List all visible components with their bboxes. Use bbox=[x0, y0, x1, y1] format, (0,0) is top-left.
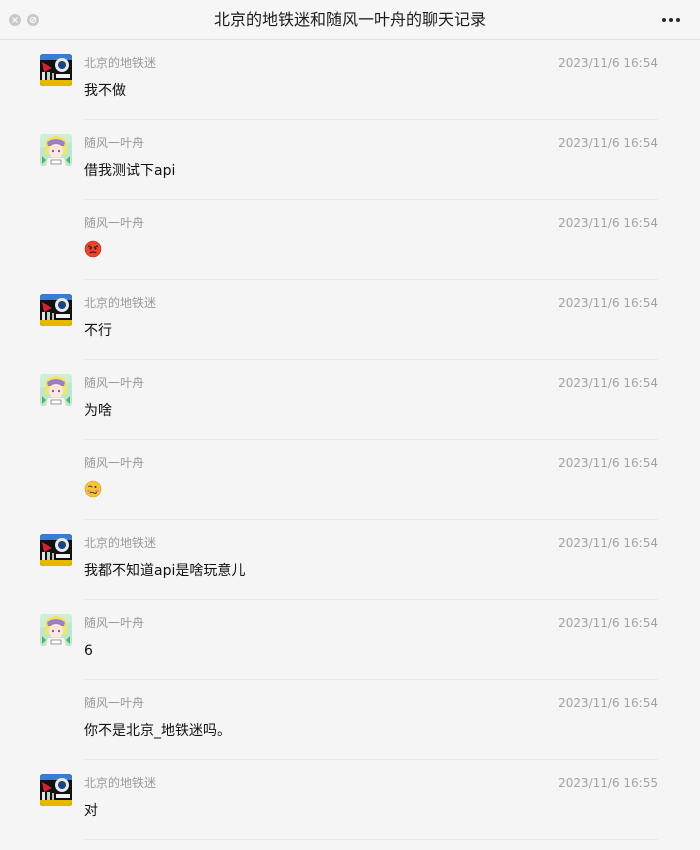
message-item[interactable]: 随风一叶舟 2023/11/6 16:54 为啥 bbox=[0, 360, 700, 440]
message-text: 我都不知道api是啥玩意儿 bbox=[84, 563, 246, 579]
message-divider bbox=[83, 839, 658, 840]
message-item[interactable]: 北京的地铁迷 2023/11/6 16:54 我都不知道api是啥玩意儿 bbox=[0, 520, 700, 600]
sender-name: 随风一叶舟 bbox=[84, 136, 145, 150]
more-icon[interactable] bbox=[660, 13, 682, 27]
sender-name: 随风一叶舟 bbox=[84, 616, 145, 630]
message-item[interactable]: 北京的地铁迷 2023/11/6 16:55 对 bbox=[0, 760, 700, 840]
sender-name: 随风一叶舟 bbox=[84, 456, 145, 470]
angry-face-icon bbox=[84, 240, 102, 258]
avatar-suifeng[interactable] bbox=[40, 134, 72, 166]
message-text: 对 bbox=[84, 803, 98, 819]
message-item[interactable]: 随风一叶舟 2023/11/6 16:54 bbox=[0, 200, 700, 280]
message-text: 为啥 bbox=[84, 403, 112, 419]
sender-name: 北京的地铁迷 bbox=[84, 776, 157, 790]
message-time: 2023/11/6 16:54 bbox=[558, 56, 658, 70]
sender-name: 随风一叶舟 bbox=[84, 376, 145, 390]
message-item[interactable]: 随风一叶舟 2023/11/6 16:54 6 bbox=[0, 600, 700, 680]
message-time: 2023/11/6 16:54 bbox=[558, 376, 658, 390]
message-text: 借我测试下api bbox=[84, 163, 176, 179]
message-time: 2023/11/6 16:54 bbox=[558, 616, 658, 630]
message-text: 不行 bbox=[84, 323, 112, 339]
title-bar: 北京的地铁迷和随风一叶舟的聊天记录 bbox=[0, 0, 700, 40]
message-item[interactable]: 北京的地铁迷 2023/11/6 16:54 不行 bbox=[0, 280, 700, 360]
message-item[interactable]: 随风一叶舟 2023/11/6 16:54 bbox=[0, 440, 700, 520]
message-time: 2023/11/6 16:54 bbox=[558, 456, 658, 470]
message-item[interactable]: 北京的地铁迷 2023/11/6 16:54 我不做 bbox=[0, 40, 700, 120]
avatar-suifeng[interactable] bbox=[40, 614, 72, 646]
message-text: 6 bbox=[84, 643, 93, 659]
chat-history-window: 北京的地铁迷和随风一叶舟的聊天记录 北京的地铁迷 2023/11/6 16:54 我… bbox=[0, 0, 700, 850]
message-text: 你不是北京_地铁迷吗。 bbox=[84, 723, 231, 739]
message-time: 2023/11/6 16:54 bbox=[558, 536, 658, 550]
avatar-metro-fan[interactable] bbox=[40, 534, 72, 566]
message-list[interactable]: 北京的地铁迷 2023/11/6 16:54 我不做随风一叶舟 2023/11/6 1… bbox=[0, 40, 700, 850]
message-time: 2023/11/6 16:54 bbox=[558, 216, 658, 230]
avatar-metro-fan[interactable] bbox=[40, 774, 72, 806]
message-time: 2023/11/6 16:54 bbox=[558, 136, 658, 150]
message-time: 2023/11/6 16:54 bbox=[558, 696, 658, 710]
sender-name: 随风一叶舟 bbox=[84, 216, 145, 230]
message-text: 我不做 bbox=[84, 83, 126, 99]
avatar-metro-fan[interactable] bbox=[40, 294, 72, 326]
woozy-face-icon bbox=[84, 480, 102, 498]
message-item[interactable]: 随风一叶舟 2023/11/6 16:54 你不是北京_地铁迷吗。 bbox=[0, 680, 700, 760]
sender-name: 北京的地铁迷 bbox=[84, 536, 157, 550]
message-time: 2023/11/6 16:54 bbox=[558, 296, 658, 310]
sender-name: 随风一叶舟 bbox=[84, 696, 145, 710]
sender-name: 北京的地铁迷 bbox=[84, 56, 157, 70]
window-title: 北京的地铁迷和随风一叶舟的聊天记录 bbox=[213, 10, 486, 29]
avatar-suifeng[interactable] bbox=[40, 374, 72, 406]
avatar-metro-fan[interactable] bbox=[40, 54, 72, 86]
sender-name: 北京的地铁迷 bbox=[84, 296, 157, 310]
message-item[interactable]: 随风一叶舟 2023/11/6 16:54 借我测试下api bbox=[0, 120, 700, 200]
message-time: 2023/11/6 16:55 bbox=[558, 776, 658, 790]
